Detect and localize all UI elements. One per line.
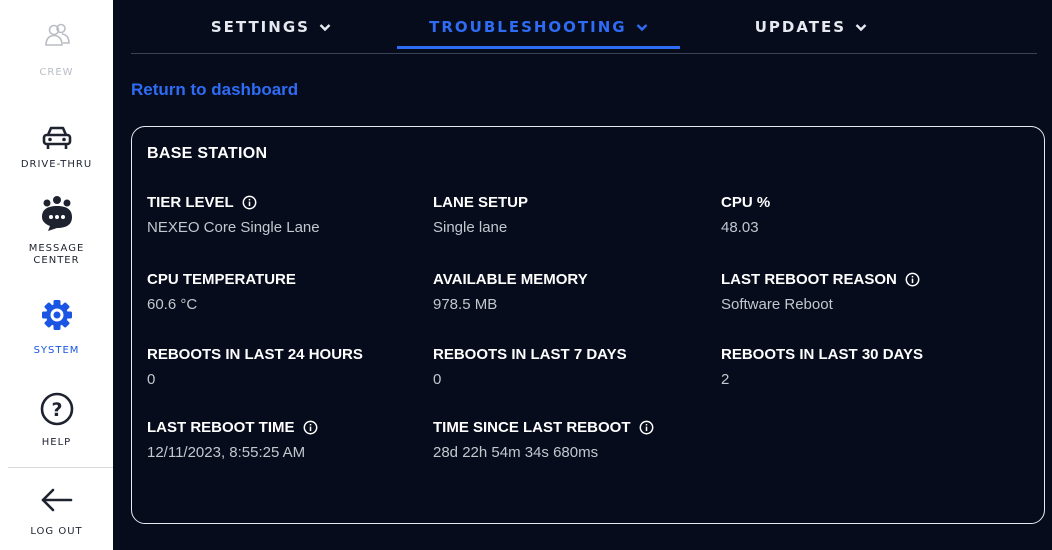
- sidebar-item-label: HELP: [41, 437, 72, 448]
- sidebar-item-label-line2: CENTER: [33, 255, 80, 266]
- metric-last-reboot-reason: LAST REBOOT REASON Software Reboot: [721, 270, 920, 315]
- metric-reboots-7-days: REBOOTS IN LAST 7 DAYS 0: [433, 345, 627, 390]
- sidebar-item-crew[interactable]: CREW: [0, 20, 113, 79]
- chevron-down-icon: [319, 24, 331, 32]
- metric-value: 48.03: [721, 219, 759, 236]
- metric-value: Single lane: [433, 219, 508, 236]
- sidebar-item-drive-thru[interactable]: DRIVE-THRU: [0, 124, 113, 171]
- metric-last-reboot-time: LAST REBOOT TIME 12/11/2023, 8:55:25 AM: [147, 418, 318, 463]
- tab-label: UPDATES: [754, 18, 847, 36]
- return-to-dashboard-link[interactable]: Return to dashboard: [131, 80, 298, 100]
- metric-tier-level: TIER LEVEL NEXEO Core Single Lane: [147, 193, 320, 238]
- metric-reboots-30-days: REBOOTS IN LAST 30 DAYS 2: [721, 345, 923, 390]
- crew-icon: [44, 23, 70, 46]
- sidebar-item-label: CREW: [39, 67, 74, 78]
- metric-value: 978.5 MB: [433, 296, 498, 313]
- tab-bar: SETTINGS TROUBLESHOOTING UPDATES: [131, 0, 1037, 54]
- metric-label: REBOOTS IN LAST 7 DAYS: [433, 346, 627, 363]
- sidebar-item-system[interactable]: SYSTEM: [0, 299, 113, 357]
- car-icon: [42, 126, 71, 149]
- base-station-card: BASE STATION TIER LEVEL NEXEO Core Singl…: [131, 126, 1045, 524]
- metric-label: CPU %: [721, 194, 771, 211]
- svg-text:?: ?: [51, 399, 62, 421]
- metric-value: 60.6 °C: [147, 296, 198, 313]
- tab-settings[interactable]: SETTINGS: [201, 18, 341, 52]
- metric-value: 2: [721, 371, 730, 388]
- active-tab-indicator: [397, 46, 680, 49]
- card-title: BASE STATION: [147, 145, 268, 162]
- metric-cpu-percent: CPU % 48.03: [721, 193, 770, 238]
- sidebar-item-label: LOG OUT: [30, 526, 83, 537]
- metric-value: NEXEO Core Single Lane: [147, 219, 320, 236]
- info-icon[interactable]: [303, 420, 318, 435]
- metric-label-text: TIME SINCE LAST REBOOT: [433, 419, 631, 436]
- metric-value: 0: [147, 371, 156, 388]
- sidebar-item-label-line1: MESSAGE: [28, 243, 85, 254]
- metric-label: TIME SINCE LAST REBOOT: [433, 418, 654, 438]
- main-panel: SETTINGS TROUBLESHOOTING UPDATES Return …: [113, 0, 1052, 550]
- metric-label: TIER LEVEL: [147, 193, 320, 213]
- sidebar-divider: [8, 467, 113, 468]
- metric-label-text: TIER LEVEL: [147, 194, 234, 211]
- metric-label: LAST REBOOT TIME: [147, 418, 318, 438]
- gear-icon: [41, 300, 72, 330]
- message-center-icon: [41, 196, 72, 231]
- metric-reboots-24-hours: REBOOTS IN LAST 24 HOURS 0: [147, 345, 363, 390]
- metric-label: REBOOTS IN LAST 24 HOURS: [147, 346, 363, 363]
- metric-label: LAST REBOOT REASON: [721, 270, 920, 290]
- sidebar-item-label: SYSTEM: [33, 345, 80, 356]
- metric-time-since-last-reboot: TIME SINCE LAST REBOOT 28d 22h 54m 34s 6…: [433, 418, 654, 463]
- sidebar-item-log-out[interactable]: LOG OUT: [0, 488, 113, 538]
- metric-available-memory: AVAILABLE MEMORY 978.5 MB: [433, 270, 588, 315]
- tab-label: TROUBLESHOOTING: [429, 18, 627, 36]
- sidebar-item-label: DRIVE-THRU: [20, 159, 93, 170]
- chevron-down-icon: [855, 24, 867, 32]
- info-icon[interactable]: [242, 195, 257, 210]
- info-icon[interactable]: [639, 420, 654, 435]
- tab-label: SETTINGS: [210, 18, 310, 36]
- arrow-left-icon: [41, 488, 72, 512]
- sidebar: CREW DRIVE-THRU MESSAGE CENTER SYSTEM ? …: [0, 0, 113, 550]
- info-icon[interactable]: [905, 272, 920, 287]
- sidebar-item-help[interactable]: ? HELP: [0, 392, 113, 449]
- chevron-down-icon: [636, 24, 648, 32]
- metric-label-text: LAST REBOOT TIME: [147, 419, 295, 436]
- metric-value: Software Reboot: [721, 296, 833, 313]
- help-icon: ?: [40, 392, 73, 426]
- metric-label: AVAILABLE MEMORY: [433, 271, 588, 288]
- tab-updates[interactable]: UPDATES: [741, 18, 881, 52]
- sidebar-item-message-center[interactable]: MESSAGE CENTER: [0, 195, 113, 267]
- metric-cpu-temperature: CPU TEMPERATURE 60.6 °C: [147, 270, 296, 315]
- metric-lane-setup: LANE SETUP Single lane: [433, 193, 528, 238]
- metric-value: 28d 22h 54m 34s 680ms: [433, 444, 599, 461]
- metric-value: 0: [433, 371, 442, 388]
- metric-label: REBOOTS IN LAST 30 DAYS: [721, 346, 923, 363]
- metric-value: 12/11/2023, 8:55:25 AM: [147, 444, 306, 461]
- metric-label-text: LAST REBOOT REASON: [721, 271, 897, 288]
- metric-label: CPU TEMPERATURE: [147, 271, 296, 288]
- metric-label: LANE SETUP: [433, 194, 529, 211]
